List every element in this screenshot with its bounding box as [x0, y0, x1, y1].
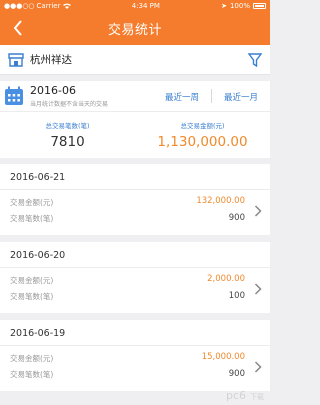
divider: [0, 189, 270, 190]
daily-record[interactable]: 2016-06-20 交易金额(元) 2,000.00 交易笔数(笔) 100: [0, 242, 270, 313]
total-count-value: 7810: [50, 134, 85, 150]
carrier-label: Carrier: [36, 1, 61, 10]
status-bar: ●●●○○ Carrier 4:34 PM ➤ 100%: [0, 0, 270, 11]
svg-text:下载: 下载: [250, 392, 264, 401]
daily-record[interactable]: 2016-06-19 交易金额(元) 15,000.00 交易笔数(笔) 900: [0, 320, 270, 391]
month-row: 2016-06 当月统计数据不含当天的交易 最近一周 最近一月: [0, 81, 270, 112]
count-value: 900: [228, 213, 245, 223]
total-count-stat: 总交易笔数(笔) 7810: [0, 120, 135, 150]
store-name: 杭州祥达: [30, 54, 72, 66]
count-label: 交易笔数(笔): [10, 292, 54, 301]
chevron-right-icon: [254, 205, 262, 217]
wifi-icon: [62, 3, 71, 9]
chevron-right-icon: [254, 361, 262, 373]
last-week-button[interactable]: 最近一周: [165, 91, 199, 103]
count-label: 交易笔数(笔): [10, 214, 54, 223]
current-month: 2016-06: [30, 84, 76, 97]
count-label: 交易笔数(笔): [10, 370, 54, 379]
range-divider: [211, 89, 212, 103]
daily-record[interactable]: 2016-06-21 交易金额(元) 132,000.00 交易笔数(笔) 90…: [0, 164, 270, 235]
storefront-icon: [8, 52, 24, 67]
amount-value: 2,000.00: [207, 274, 245, 284]
filter-icon[interactable]: [248, 53, 262, 67]
record-date: 2016-06-19: [10, 328, 66, 339]
chevron-right-icon: [254, 283, 262, 295]
location-icon: ➤: [221, 1, 227, 10]
signal-icon: ●●●○○: [4, 1, 35, 10]
amount-label: 交易金额(元): [10, 276, 54, 285]
record-date: 2016-06-20: [10, 250, 66, 261]
total-count-label: 总交易笔数(笔): [45, 122, 90, 130]
amount-label: 交易金额(元): [10, 198, 54, 207]
status-right: ➤ 100%: [221, 2, 266, 10]
divider: [0, 267, 270, 268]
status-left: ●●●○○ Carrier: [4, 2, 71, 10]
record-date: 2016-06-21: [10, 172, 66, 183]
status-time: 4:34 PM: [131, 1, 160, 10]
last-month-button[interactable]: 最近一月: [224, 91, 258, 103]
count-value: 100: [228, 291, 245, 301]
amount-label: 交易金额(元): [10, 354, 54, 363]
count-value: 900: [228, 369, 245, 379]
amount-value: 132,000.00: [196, 196, 245, 206]
svg-text:pc6: pc6: [226, 389, 246, 402]
total-amount-label: 总交易金额(元): [180, 122, 225, 130]
total-amount-stat: 总交易金额(元) 1,130,000.00: [135, 120, 270, 150]
monthly-summary: 2016-06 当月统计数据不含当天的交易 最近一周 最近一月 总交易笔数(笔)…: [0, 81, 270, 158]
page-title: 交易统计: [107, 22, 162, 38]
total-amount-value: 1,130,000.00: [157, 134, 248, 150]
battery-percent: 100%: [229, 1, 250, 10]
nav-bar: 交易统计: [0, 11, 270, 45]
chevron-left-icon: [13, 20, 22, 36]
watermark-logo: pc6 下载: [226, 389, 264, 402]
battery-icon: [252, 2, 266, 9]
store-bar: 杭州祥达: [0, 45, 270, 75]
amount-value: 15,000.00: [201, 352, 245, 362]
calendar-icon: [5, 86, 23, 105]
month-note: 当月统计数据不含当天的交易: [30, 101, 109, 108]
divider: [0, 345, 270, 346]
back-button[interactable]: [8, 18, 28, 38]
